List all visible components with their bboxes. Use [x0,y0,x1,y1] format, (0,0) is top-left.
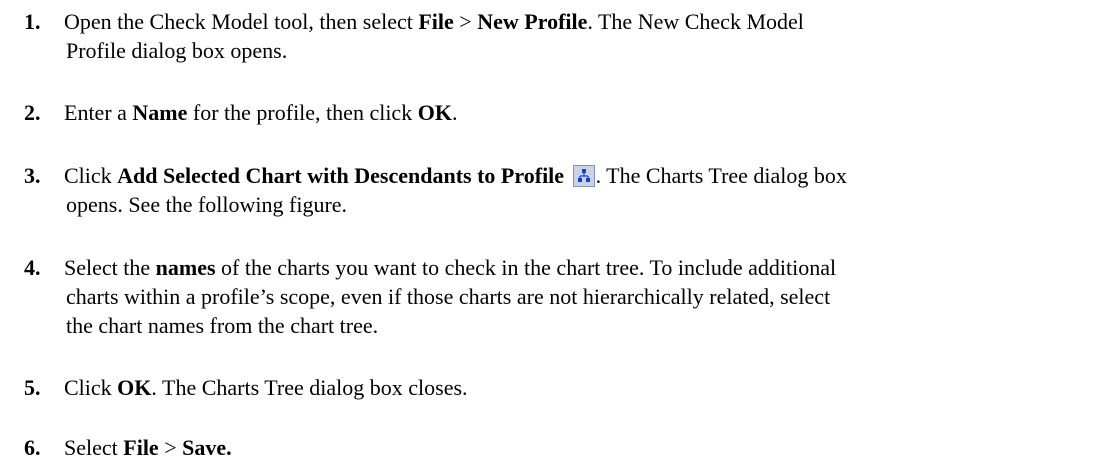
step-text-segment [564,163,570,188]
step-text: Click OK. The Charts Tree dialog box clo… [64,373,1104,402]
step-line: Click OK. The Charts Tree dialog box clo… [64,373,1104,402]
step-text-segment: opens. See the following figure. [66,192,348,217]
step-line: Profile dialog box opens. [64,36,1104,65]
step-text-segment: . The Charts Tree dialog box closes. [151,375,468,400]
step-text: Enter a Name for the profile, then click… [64,98,1104,127]
step-text-segment: Enter a [64,100,133,125]
step-line: Click Add Selected Chart with Descendant… [64,161,1104,190]
step-line: Open the Check Model tool, then select F… [64,7,1104,36]
step-line: Select the names of the charts you want … [64,253,1104,282]
ok-label: OK [417,100,452,125]
step-line: charts within a profile’s scope, even if… [64,282,1104,311]
add-selected-chart-label: Add Selected Chart with Descendants to P… [117,163,565,188]
step-line: Select File > Save. [64,433,1104,462]
step-number: 2. [24,100,41,125]
step-text: Select the names of the charts you want … [64,253,1104,340]
step-number: 1. [24,9,41,34]
step-text-segment: Select the [64,255,156,280]
step-text-segment: . The Charts Tree dialog box [595,163,847,188]
menu-save: Save. [182,435,232,460]
step-text-segment: Open the Check Model tool, then select [64,9,419,34]
step-number: 4. [24,255,41,280]
chart-tree-icon [572,165,595,187]
menu-file: File [418,9,454,34]
step-text-segment: . The New Check Model [587,9,804,34]
step-text-segment: the chart names from the chart tree. [66,313,379,338]
names-label: names [155,255,216,280]
ok-label: OK [117,375,152,400]
step-text-segment: > [158,435,183,460]
step-text-segment: Profile dialog box opens. [66,38,288,63]
step-line: the chart names from the chart tree. [64,311,1104,340]
step-number: 6. [24,435,41,460]
step-text: Click Add Selected Chart with Descendant… [64,161,1104,219]
menu-file: File [123,435,159,460]
step-line: opens. See the following figure. [64,190,1104,219]
step-text: Select File > Save. [64,433,1104,462]
field-name-label: Name [132,100,188,125]
step-text-segment: for the profile, then click [187,100,418,125]
step-text-segment: of the charts you want to check in the c… [215,255,837,280]
step-number: 5. [24,375,41,400]
step-text-segment: . [451,100,458,125]
step-line: Enter a Name for the profile, then click… [64,98,1104,127]
step-text: Open the Check Model tool, then select F… [64,7,1104,65]
step-text-segment: Click [64,375,118,400]
step-text-segment: Select [64,435,124,460]
step-text-segment: > [453,9,478,34]
menu-new-profile: New Profile [477,9,588,34]
step-text-segment: Click [64,163,118,188]
step-number: 3. [24,163,41,188]
step-text-segment: charts within a profile’s scope, even if… [66,284,831,309]
